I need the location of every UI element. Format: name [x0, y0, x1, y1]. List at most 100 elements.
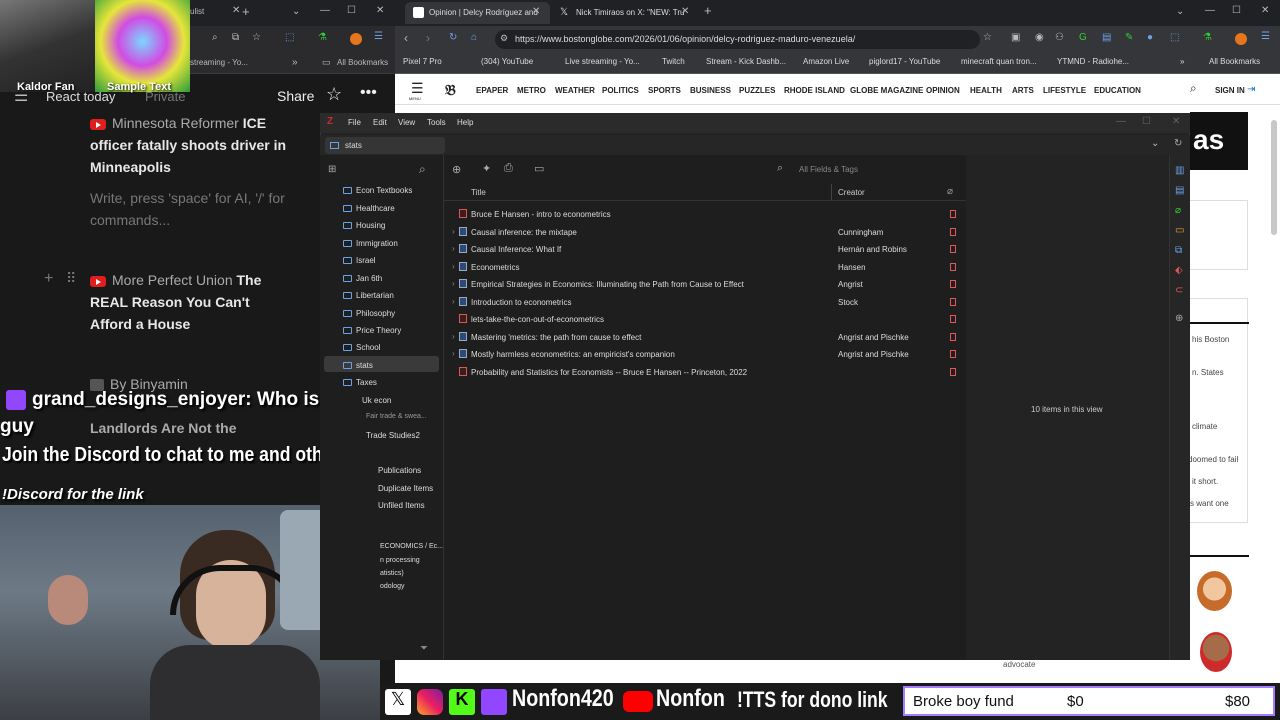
nav-metro[interactable]: METRO — [517, 86, 546, 95]
note-more-perfect-union[interactable]: More Perfect Union The REAL Reason You C… — [90, 269, 290, 335]
magic-wand-icon[interactable]: ✦ — [482, 162, 491, 175]
pdf-attachment-icon[interactable] — [950, 297, 956, 306]
item-row[interactable]: › Introduction to econometrics Stock — [450, 293, 962, 311]
drag-handle-icon[interactable]: ⠿ — [66, 270, 76, 287]
column-creator[interactable]: Creator — [838, 188, 865, 197]
bookmark-ytmnd[interactable]: YTMND - Radiohe... — [1057, 57, 1129, 66]
nav-puzzles[interactable]: PUZZLES — [739, 86, 775, 95]
extension-icon[interactable]: ✎ — [1125, 32, 1133, 43]
close-window-icon[interactable]: ✕ — [1172, 116, 1180, 127]
share-button[interactable]: Share — [277, 88, 314, 104]
bookmark-twitch[interactable]: Twitch — [662, 57, 685, 66]
pdf-attachment-icon[interactable] — [950, 210, 956, 218]
extension-icon[interactable]: ▤ — [1102, 32, 1111, 43]
bookmark-piglord[interactable]: piglord17 - YouTube — [869, 57, 940, 66]
search-icon[interactable]: ⌕ — [212, 32, 218, 43]
avatar[interactable] — [350, 33, 362, 45]
item-row[interactable]: › Mastering 'metrics: the path from cause… — [450, 328, 962, 346]
collection-uk-econ[interactable]: Uk econ — [362, 396, 391, 405]
pdf-attachment-icon[interactable] — [950, 280, 956, 288]
collection-housing[interactable]: Housing — [343, 221, 385, 230]
all-bookmarks[interactable]: All Bookmarks — [337, 58, 388, 67]
item-row[interactable]: Probability and Statistics for Economist… — [450, 363, 962, 381]
filter-icon[interactable]: ⏷ — [420, 643, 428, 654]
minimize-icon[interactable]: — — [1116, 116, 1126, 127]
bookmark-kick[interactable]: Stream - Kick Dashb... — [706, 57, 786, 66]
chevron-right-icon[interactable]: » — [292, 57, 298, 68]
bookmark-minecraft[interactable]: minecraft quan tron... — [961, 57, 1037, 66]
grammarly-icon[interactable]: G — [1079, 32, 1087, 43]
new-collection-icon[interactable]: ⊞ — [328, 164, 336, 175]
maximize-icon[interactable]: ☐ — [347, 5, 356, 16]
collection-econ-textbooks[interactable]: Econ Textbooks — [343, 186, 412, 195]
menu-tools[interactable]: Tools — [427, 118, 446, 127]
bookmark-icon[interactable]: ☆ — [252, 32, 261, 43]
attach-icon[interactable]: ⎙ — [504, 162, 513, 175]
nav-opinion[interactable]: OPINION — [926, 86, 960, 95]
extension-icon[interactable]: ⬚ — [285, 32, 294, 43]
menu-icon[interactable]: ☰ — [1261, 31, 1270, 42]
notes-icon[interactable]: ▭ — [1175, 225, 1184, 236]
collection-israel[interactable]: Israel — [343, 256, 376, 265]
back-icon[interactable]: ‹ — [404, 31, 408, 45]
puzzle-icon[interactable]: ⬚ — [1170, 32, 1179, 43]
collection-duplicates[interactable]: Duplicate Items — [378, 484, 433, 493]
scrollbar[interactable] — [1271, 120, 1277, 235]
tags-icon[interactable]: ⬖ — [1175, 265, 1183, 276]
pdf-attachment-icon[interactable] — [950, 245, 956, 253]
expand-icon[interactable]: › — [452, 349, 455, 358]
column-title[interactable]: Title — [471, 188, 486, 197]
more-options-icon[interactable]: ••• — [360, 84, 377, 102]
minimize-icon[interactable]: — — [1205, 5, 1215, 16]
menu-edit[interactable]: Edit — [373, 118, 387, 127]
search-icon[interactable]: ⌕ — [419, 162, 426, 177]
flask-icon[interactable]: ⚗ — [1203, 32, 1212, 43]
new-tab-icon[interactable]: + — [704, 3, 712, 18]
avatar[interactable] — [1235, 33, 1247, 45]
menu-file[interactable]: File — [348, 118, 361, 127]
bookmark-pixel[interactable]: Pixel 7 Pro — [403, 57, 442, 66]
expand-icon[interactable]: › — [452, 244, 455, 253]
pdf-attachment-icon[interactable] — [950, 350, 956, 358]
search-icon[interactable]: ⌕ — [1190, 81, 1197, 96]
search-icon[interactable]: ⌕ — [777, 162, 783, 175]
add-block-icon[interactable]: + — [44, 270, 53, 288]
reload-icon[interactable]: ↻ — [449, 32, 457, 43]
minimize-icon[interactable]: — — [320, 5, 330, 16]
nav-rhode-island[interactable]: RHODE ISLAND — [784, 86, 845, 95]
tag-item[interactable]: ECONOMICS / Ec... — [380, 543, 443, 550]
new-tab-icon[interactable]: + — [242, 4, 250, 19]
menu-icon[interactable]: ☰ — [374, 31, 383, 42]
bookmark-item[interactable]: streaming - Yo... — [190, 58, 248, 67]
note-icon[interactable]: ▭ — [534, 162, 544, 175]
columnist-avatar[interactable] — [1200, 632, 1232, 672]
pdf-attachment-icon[interactable] — [950, 227, 956, 236]
item-row[interactable]: Bruce E Hansen - intro to econometrics — [450, 205, 962, 223]
collection-philosophy[interactable]: Philosophy — [343, 309, 395, 318]
item-row[interactable]: lets-take-the-con-out-of-econometrics — [450, 310, 962, 328]
left-tab-fragment[interactable]: ulist — [190, 7, 204, 16]
sync-icon[interactable]: ↻ — [1174, 138, 1182, 149]
new-item-icon[interactable]: ⊕ — [452, 163, 461, 176]
nav-arts[interactable]: ARTS — [1012, 86, 1034, 95]
tab-x[interactable]: 𝕏 Nick Timiraos on X: "NEW: Tru — [552, 2, 697, 24]
forward-icon[interactable]: › — [426, 31, 430, 45]
tag-item[interactable]: n processing — [380, 557, 420, 564]
hamburger-menu-icon[interactable]: ☰ — [411, 80, 424, 97]
chevron-right-icon[interactable]: » — [1180, 57, 1184, 66]
bookmark-amazon[interactable]: Amazon Live — [803, 57, 849, 66]
nav-education[interactable]: EDUCATION — [1094, 86, 1141, 95]
home-icon[interactable]: ⌂ — [471, 32, 477, 43]
extension-icon[interactable]: ◉ — [1035, 32, 1044, 43]
abstract-icon[interactable]: ▤ — [1175, 185, 1184, 196]
close-tab-icon[interactable]: ✕ — [532, 6, 540, 17]
expand-icon[interactable]: › — [452, 332, 455, 341]
globe-logo-icon[interactable]: 𝔅 — [445, 81, 456, 99]
nav-politics[interactable]: POLITICS — [602, 86, 639, 95]
url-bar[interactable]: ⚙ https://www.bostonglobe.com/2026/01/06… — [495, 30, 980, 49]
columnist-avatar[interactable] — [1197, 571, 1232, 611]
collection-price-theory[interactable]: Price Theory — [343, 326, 401, 335]
related-icon[interactable]: ⊂ — [1175, 285, 1183, 296]
all-bookmarks[interactable]: All Bookmarks — [1209, 57, 1260, 66]
collection-unfiled[interactable]: Unfiled Items — [378, 501, 425, 510]
